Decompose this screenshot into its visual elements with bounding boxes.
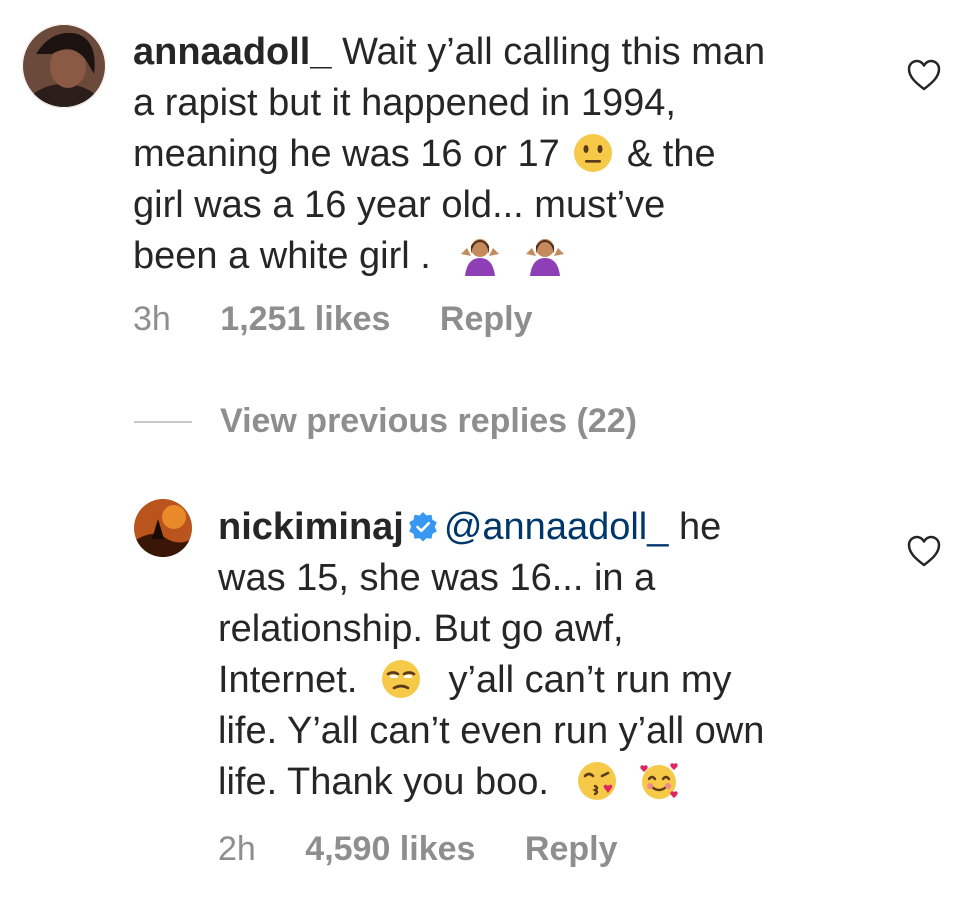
shrug-emoji [461,239,500,276]
verified-badge-icon [409,512,437,542]
likes-count[interactable]: 1,251 likes [220,300,390,338]
heart-icon[interactable] [906,534,942,568]
divider [134,420,192,423]
view-previous-replies-button[interactable]: View previous replies (22) [134,402,637,441]
likes-count[interactable]: 4,590 likes [305,830,475,868]
avatar[interactable] [22,24,106,108]
unamused-face-emoji [381,660,420,698]
comment-username[interactable]: annaadoll_ [133,31,332,73]
reply-button[interactable]: Reply [440,300,533,338]
comment-text: annaadoll_ Wait y’all calling this man a… [133,27,913,282]
shrug-emoji [525,239,564,276]
comment-line: he [678,506,722,548]
avatar[interactable] [134,499,192,557]
kissing-heart-emoji [577,762,616,800]
comment-meta: 3h 1,251 likes Reply [133,300,572,339]
comment-line: Internet. [218,659,358,701]
comment-text: nickiminaj @annaadoll_ he was 15, she wa… [218,502,898,808]
mention-link[interactable]: @annaadoll_ [444,506,669,548]
comment-line: & the [626,133,716,175]
comment-line: meaning he was 16 or 17 [133,133,560,175]
comment-line: girl was a 16 year old... must’ve [133,184,666,226]
heart-icon[interactable] [906,58,942,92]
comment-line: relationship. But go awf, [218,608,624,650]
neutral-face-emoji [574,134,613,172]
comment-line: y’all can’t run my [448,659,732,701]
comment-time[interactable]: 3h [133,300,171,338]
comment-line: life. Y’all can’t even run y’all own [218,710,765,752]
comment-line: was 15, she was 16... in a [218,557,656,599]
comment-meta: 2h 4,590 likes Reply [218,830,657,869]
comment-time[interactable]: 2h [218,830,256,868]
comment-line: a rapist but it happened in 1994, [133,82,676,124]
smiling-hearts-emoji [640,763,678,799]
reply-button[interactable]: Reply [525,830,618,868]
comment-line: been a white girl . [133,235,431,277]
view-replies-label: View previous replies (22) [220,402,637,440]
comment-line: life. Thank you boo. [218,761,549,803]
comment-line: Wait y’all calling this man [342,31,766,73]
comment-username[interactable]: nickiminaj [218,506,404,548]
